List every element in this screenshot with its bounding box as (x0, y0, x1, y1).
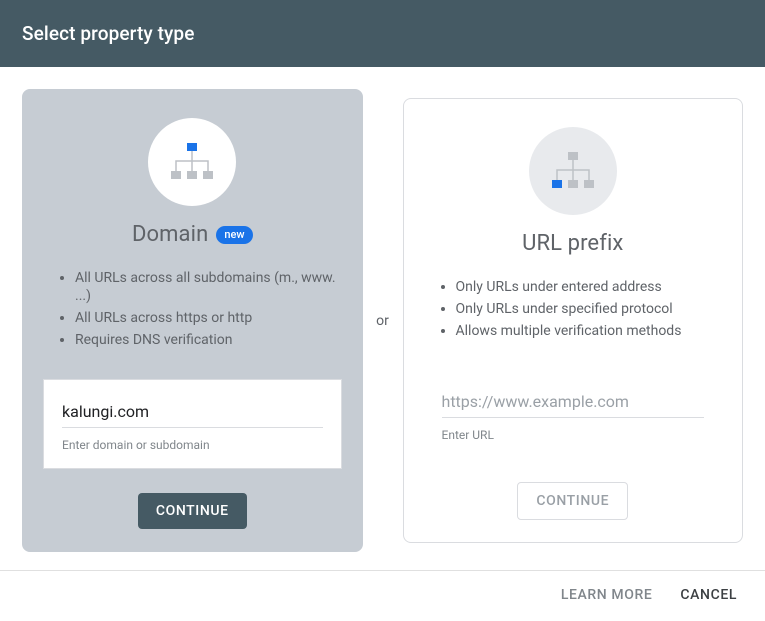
dialog-footer: LEARN MORE CANCEL (0, 570, 765, 621)
new-badge: new (216, 226, 252, 244)
separator-or: or (363, 313, 403, 329)
list-item: Only URLs under entered address (456, 278, 682, 296)
url-input-box: Enter URL (424, 370, 723, 458)
domain-input-box: Enter domain or subdomain (43, 379, 342, 469)
list-item: Allows multiple verification methods (456, 322, 682, 340)
dialog-content: Domain new All URLs across all subdomain… (0, 67, 765, 570)
list-item: All URLs across https or http (75, 309, 342, 327)
learn-more-button[interactable]: LEARN MORE (561, 587, 653, 603)
card-domain-title-row: Domain new (132, 222, 253, 247)
domain-input-helper: Enter domain or subdomain (62, 438, 323, 452)
domain-button-row: CONTINUE (43, 493, 342, 529)
continue-button-domain[interactable]: CONTINUE (138, 493, 247, 529)
card-url-prefix-title: URL prefix (522, 231, 623, 256)
continue-button-url-prefix[interactable]: CONTINUE (517, 482, 628, 520)
url-input-helper: Enter URL (442, 428, 705, 442)
card-url-prefix-title-row: URL prefix (522, 231, 623, 256)
card-domain[interactable]: Domain new All URLs across all subdomain… (22, 89, 363, 552)
domain-input[interactable] (62, 398, 323, 428)
card-domain-title: Domain (132, 222, 208, 247)
dialog-title: Select property type (22, 22, 194, 45)
url-input[interactable] (442, 388, 705, 418)
card-url-prefix-bullets: Only URLs under entered address Only URL… (428, 274, 682, 344)
cancel-button[interactable]: CANCEL (680, 587, 737, 603)
dialog-header: Select property type (0, 0, 765, 67)
sitemap-icon (148, 118, 236, 206)
url-button-row: CONTINUE (424, 482, 723, 520)
list-item: Requires DNS verification (75, 331, 342, 349)
card-domain-bullets: All URLs across all subdomains (m., www.… (47, 265, 342, 353)
list-item: Only URLs under specified protocol (456, 300, 682, 318)
card-url-prefix[interactable]: URL prefix Only URLs under entered addre… (403, 98, 744, 543)
sitemap-icon (529, 127, 617, 215)
list-item: All URLs across all subdomains (m., www.… (75, 269, 342, 305)
